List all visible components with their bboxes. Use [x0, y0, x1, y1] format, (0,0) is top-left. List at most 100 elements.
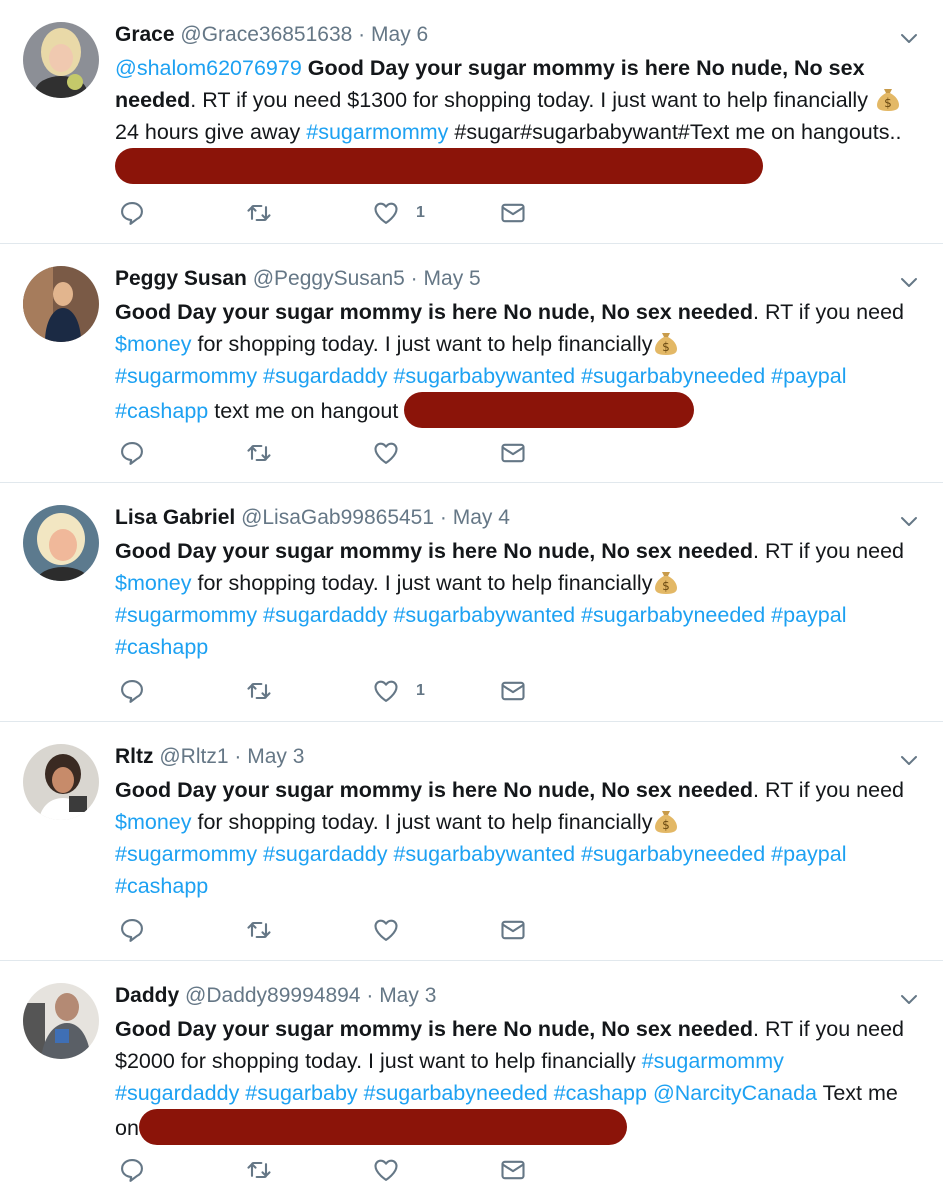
chevron-down-icon[interactable] [897, 748, 921, 772]
tweet-card[interactable]: Peggy Susan @PeggySusan5 · May 5 Good Da… [0, 244, 943, 483]
hashtag-links[interactable]: #sugarmommy #sugardaddy #sugarbabywanted… [115, 603, 847, 627]
tweet-text: Good Day your sugar mommy is here No nud… [115, 1013, 915, 1145]
timestamp[interactable]: May 3 [379, 984, 436, 1007]
timestamp[interactable]: May 6 [371, 23, 428, 46]
hashtag-link[interactable]: #sugarmommy [642, 1049, 784, 1073]
tweet-text-part: . RT if you need [753, 778, 904, 802]
retweet-button[interactable] [245, 915, 273, 945]
money-bag-icon [652, 807, 680, 835]
cashtag-link[interactable]: $money [115, 571, 192, 595]
avatar[interactable] [23, 744, 99, 820]
like-button[interactable] [372, 438, 416, 468]
tweet-text-part: text me on hangout [214, 399, 399, 423]
like-button[interactable]: 1 [372, 198, 425, 228]
timestamp[interactable]: May 3 [247, 745, 304, 768]
hashtag-link[interactable]: #sugarmommy [306, 120, 448, 144]
tweet-text-part: . RT if you need $1300 for shopping toda… [190, 88, 868, 112]
username[interactable]: @Rltz1 [159, 745, 228, 768]
tweet-header: Daddy @Daddy89994894 · May 3 [115, 981, 436, 1011]
reply-button[interactable] [118, 1155, 146, 1185]
hashtag-links[interactable]: #sugarmommy #sugardaddy #sugarbabywanted… [115, 364, 847, 388]
tweet-card[interactable]: Daddy @Daddy89994894 · May 3 Good Day yo… [0, 961, 943, 1200]
hashtag-link[interactable]: #cashapp [554, 1081, 647, 1105]
like-button[interactable] [372, 1155, 416, 1185]
avatar[interactable] [23, 983, 99, 1059]
display-name[interactable]: Daddy [115, 984, 179, 1007]
retweet-icon [245, 1156, 273, 1184]
separator: · [366, 984, 374, 1007]
tweet-header: Grace @Grace36851638 · May 6 [115, 20, 428, 50]
reply-button[interactable] [118, 915, 146, 945]
bold-text: Good Day your sugar mommy is here No nud… [115, 778, 753, 802]
username[interactable]: @LisaGab99865451 [241, 506, 434, 529]
display-name[interactable]: Peggy Susan [115, 267, 247, 290]
retweet-button[interactable] [245, 438, 273, 468]
cashtag-link[interactable]: $money [115, 332, 192, 356]
bold-text: Good Day your sugar mommy is here No nud… [115, 1017, 753, 1041]
tweet-actions: 1 [118, 198, 538, 228]
hashtag-link[interactable]: #cashapp [115, 874, 208, 898]
reply-button[interactable] [118, 198, 146, 228]
envelope-icon [499, 439, 527, 467]
timestamp[interactable]: May 5 [424, 267, 481, 290]
display-name[interactable]: Rltz [115, 745, 154, 768]
direct-message-button[interactable] [499, 676, 527, 706]
avatar[interactable] [23, 505, 99, 581]
timestamp[interactable]: May 4 [453, 506, 510, 529]
username[interactable]: @Grace36851638 [180, 23, 352, 46]
tweet-text-part: . RT if you need [753, 539, 904, 563]
tweet-text-part: for shopping today. I just want to help … [197, 810, 653, 834]
chevron-down-icon[interactable] [897, 270, 921, 294]
money-bag-icon [652, 329, 680, 357]
tweet-actions: 1 [118, 676, 538, 706]
hashtag-link[interactable]: #cashapp [115, 635, 208, 659]
like-button[interactable] [372, 915, 416, 945]
heart-icon [372, 916, 400, 944]
hashtag-links[interactable]: #sugarmommy #sugardaddy #sugarbabywanted… [115, 842, 847, 866]
mention-link[interactable]: @NarcityCanada [653, 1081, 817, 1105]
direct-message-button[interactable] [499, 438, 527, 468]
reply-icon [118, 439, 146, 467]
retweet-button[interactable] [245, 676, 273, 706]
like-button[interactable]: 1 [372, 676, 425, 706]
tweet-text-part: #sugar#sugarbabywant#Text me on hangouts… [454, 120, 902, 144]
username[interactable]: @Daddy89994894 [185, 984, 360, 1007]
tweet-feed: Grace @Grace36851638 · May 6 @shalom6207… [0, 0, 943, 1200]
reply-icon [118, 916, 146, 944]
tweet-card[interactable]: Rltz @Rltz1 · May 3 Good Day your sugar … [0, 722, 943, 961]
avatar[interactable] [23, 22, 99, 98]
reply-button[interactable] [118, 438, 146, 468]
direct-message-button[interactable] [499, 1155, 527, 1185]
envelope-icon [499, 916, 527, 944]
tweet-card[interactable]: Lisa Gabriel @LisaGab99865451 · May 4 Go… [0, 483, 943, 722]
username[interactable]: @PeggySusan5 [253, 267, 405, 290]
envelope-icon [499, 677, 527, 705]
heart-icon [372, 1156, 400, 1184]
hashtag-link[interactable]: #cashapp [115, 399, 208, 423]
money-bag-icon [874, 85, 902, 113]
direct-message-button[interactable] [499, 915, 527, 945]
hashtag-links[interactable]: #sugardaddy #sugarbaby #sugarbabyneeded [115, 1081, 548, 1105]
heart-icon [372, 677, 400, 705]
retweet-button[interactable] [245, 1155, 273, 1185]
retweet-icon [245, 199, 273, 227]
cashtag-link[interactable]: $money [115, 810, 192, 834]
heart-icon [372, 199, 400, 227]
tweet-card[interactable]: Grace @Grace36851638 · May 6 @shalom6207… [0, 0, 943, 244]
display-name[interactable]: Grace [115, 23, 175, 46]
display-name[interactable]: Lisa Gabriel [115, 506, 235, 529]
separator: · [358, 23, 366, 46]
direct-message-button[interactable] [499, 198, 527, 228]
reply-button[interactable] [118, 676, 146, 706]
chevron-down-icon[interactable] [897, 987, 921, 1011]
envelope-icon [499, 199, 527, 227]
avatar[interactable] [23, 266, 99, 342]
retweet-button[interactable] [245, 198, 273, 228]
mention-link[interactable]: @shalom62076979 [115, 56, 302, 80]
tweet-header: Lisa Gabriel @LisaGab99865451 · May 4 [115, 503, 510, 533]
chevron-down-icon[interactable] [897, 26, 921, 50]
chevron-down-icon[interactable] [897, 509, 921, 533]
separator: · [439, 506, 447, 529]
like-count: 1 [416, 204, 425, 221]
tweet-header: Peggy Susan @PeggySusan5 · May 5 [115, 264, 481, 294]
